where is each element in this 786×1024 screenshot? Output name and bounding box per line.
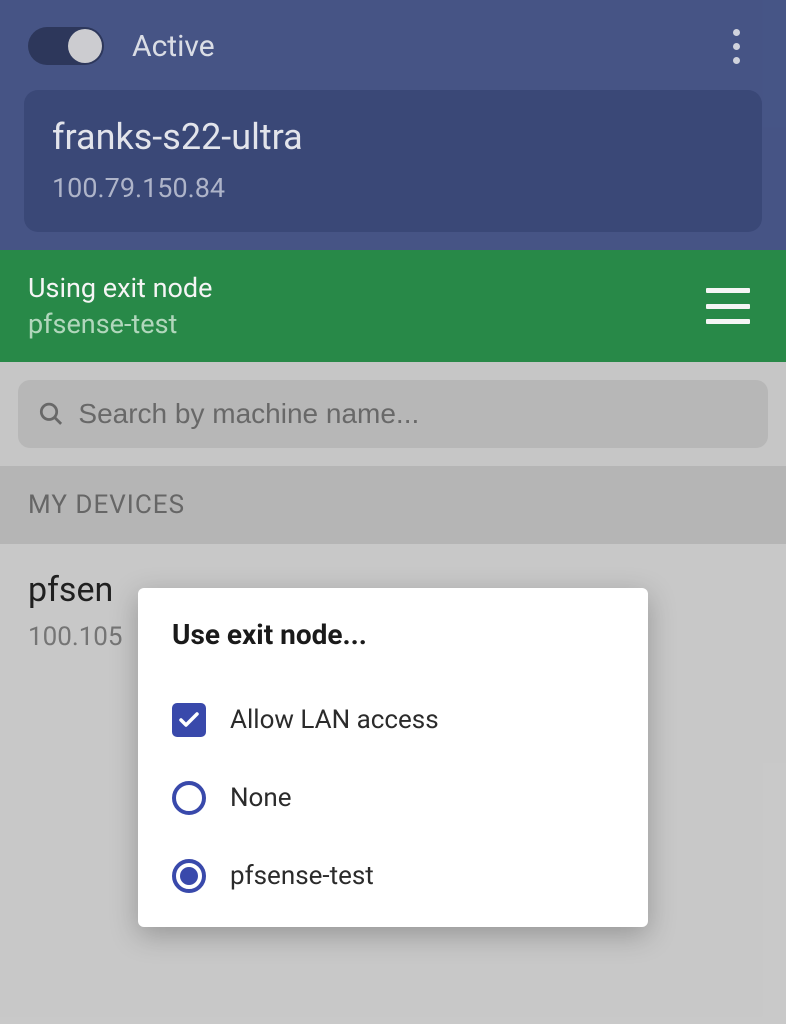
app-header: Active franks-s22-ultra 100.79.150.84	[0, 0, 786, 250]
this-device-name: franks-s22-ultra	[52, 116, 734, 158]
allow-lan-checkbox[interactable]	[172, 703, 206, 737]
allow-lan-label: Allow LAN access	[230, 705, 439, 735]
this-device-ip: 100.79.150.84	[52, 172, 734, 204]
exit-node-menu-icon[interactable]	[706, 288, 750, 324]
toggle-knob	[68, 29, 102, 63]
exit-node-name: pfsense-test	[28, 308, 212, 340]
status-left: Active	[28, 27, 215, 65]
radio-pfsense[interactable]	[172, 859, 206, 893]
allow-lan-option[interactable]: Allow LAN access	[172, 681, 614, 759]
exit-node-option-pfsense[interactable]: pfsense-test	[172, 837, 614, 915]
exit-node-title: Using exit node	[28, 272, 212, 304]
dialog-title: Use exit node...	[172, 618, 614, 651]
exit-node-dialog: Use exit node... Allow LAN access None p…	[138, 588, 648, 927]
exit-node-option-none[interactable]: None	[172, 759, 614, 837]
search-wrap	[0, 362, 786, 466]
exit-node-banner[interactable]: Using exit node pfsense-test	[0, 250, 786, 362]
search-bar[interactable]	[18, 380, 768, 448]
radio-pfsense-label: pfsense-test	[230, 861, 374, 891]
radio-none-label: None	[230, 783, 292, 813]
status-label: Active	[132, 29, 215, 64]
status-row: Active	[24, 18, 762, 86]
exit-node-info: Using exit node pfsense-test	[28, 272, 212, 340]
active-toggle[interactable]	[28, 27, 104, 65]
this-device-card[interactable]: franks-s22-ultra 100.79.150.84	[24, 90, 762, 232]
search-icon	[38, 400, 64, 428]
check-icon	[177, 708, 201, 732]
overflow-menu-button[interactable]	[720, 24, 752, 68]
radio-none[interactable]	[172, 781, 206, 815]
section-my-devices: MY DEVICES	[0, 466, 786, 544]
search-input[interactable]	[78, 398, 748, 430]
